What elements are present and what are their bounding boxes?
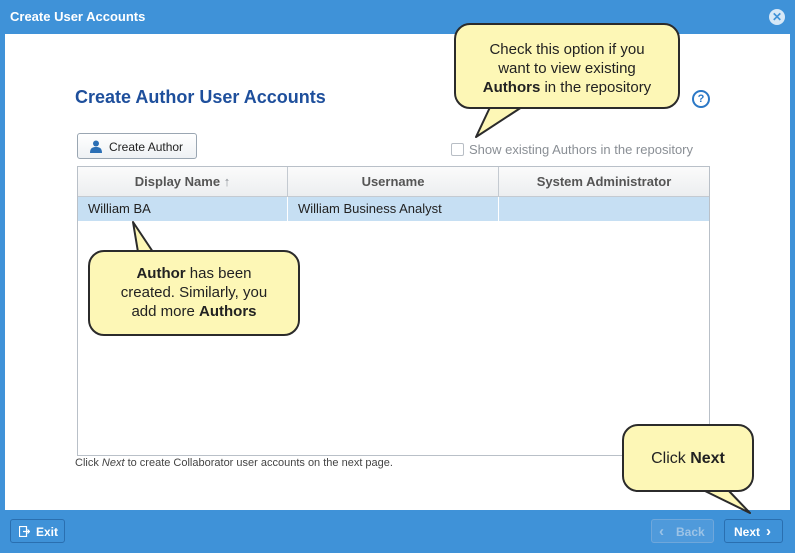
callout-show-existing: Check this option if you want to view ex…: [454, 23, 680, 109]
callout-author-created: Author has been created. Similarly, you …: [88, 250, 300, 336]
callout-click-next: Click Next: [622, 424, 754, 492]
